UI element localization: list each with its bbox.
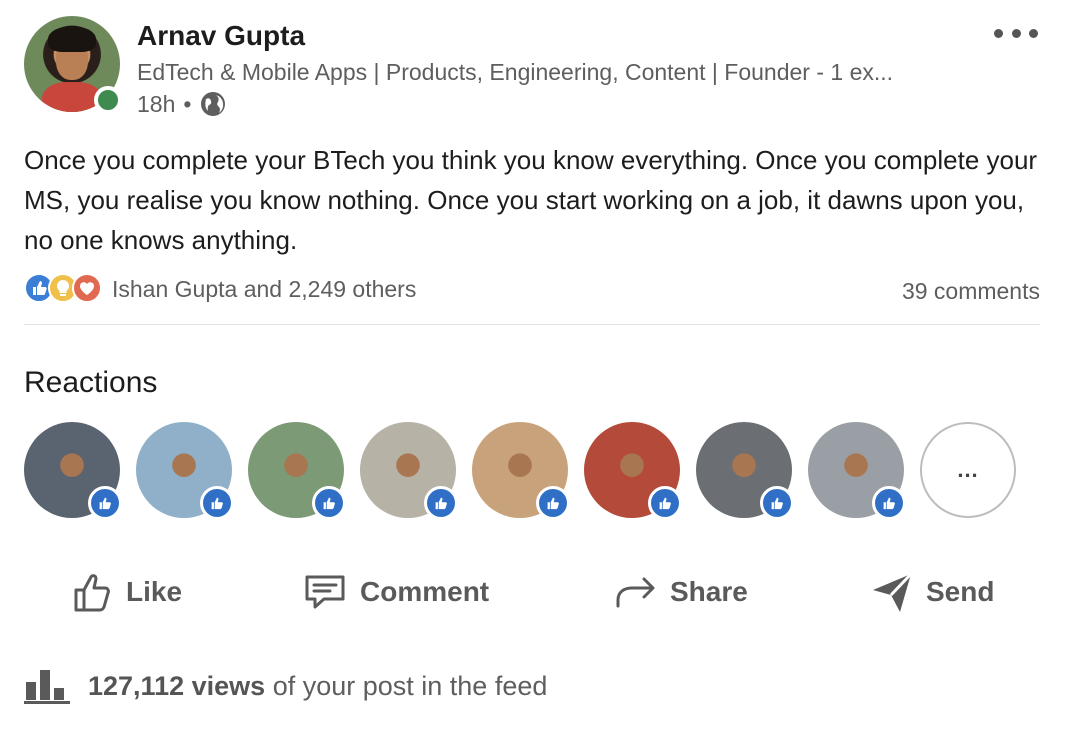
share-label: Share [670,576,748,607]
share-button[interactable]: Share [614,566,748,618]
like-badge-icon [536,486,570,520]
post-analytics[interactable]: 127,112 views of your post in the feed [24,668,547,704]
reactor-avatar[interactable] [136,422,234,520]
like-badge-icon [200,486,234,520]
author-name[interactable]: Arnav Gupta [137,20,305,52]
meta-separator: • [183,90,192,117]
thumbs-up-icon [74,574,110,612]
post-text: Once you complete your BTech you think y… [24,145,1038,255]
bar-chart-icon [24,670,70,704]
like-badge-icon [88,486,122,520]
post-time: 18h [137,90,176,117]
reactors-summary[interactable]: Ishan Gupta and 2,249 others [112,276,416,303]
comment-icon [305,575,345,609]
reactions-heading: Reactions [24,366,158,399]
more-options-icon[interactable] [994,26,1038,40]
reactor-avatar[interactable] [696,422,794,520]
like-badge-icon [872,486,906,520]
views-suffix: of your post in the feed [272,670,548,701]
reactor-avatar[interactable] [24,422,122,520]
send-icon [873,572,913,612]
like-badge-icon [312,486,346,520]
online-status-indicator [94,86,122,114]
globe-icon [199,90,227,118]
comment-button[interactable]: Comment [302,566,489,618]
reactor-avatar[interactable] [808,422,906,520]
feed-post: Arnav Gupta EdTech & Mobile Apps | Produ… [0,0,1070,732]
like-badge-icon [648,486,682,520]
send-button[interactable]: Send [870,566,994,618]
reactor-avatar[interactable] [472,422,570,520]
like-badge-icon [424,486,458,520]
like-badge-icon [760,486,794,520]
reaction-icons[interactable] [24,273,104,305]
comment-label: Comment [360,576,490,607]
more-reactors-button[interactable]: ... [920,422,1016,518]
share-arrow-icon [616,577,655,608]
send-label: Send [926,576,995,607]
author-headline: EdTech & Mobile Apps | Products, Enginee… [137,59,894,85]
reactor-avatar[interactable] [360,422,458,520]
views-count: 127,112 views [88,670,266,701]
divider [24,324,1040,325]
post-meta: 18h • [137,90,227,118]
reactor-avatar[interactable] [248,422,346,520]
love-icon [72,273,102,303]
comments-count[interactable]: 39 comments [902,278,1040,305]
like-button[interactable]: Like [72,566,182,618]
like-label: Like [126,576,183,607]
reactor-avatar[interactable] [584,422,682,520]
